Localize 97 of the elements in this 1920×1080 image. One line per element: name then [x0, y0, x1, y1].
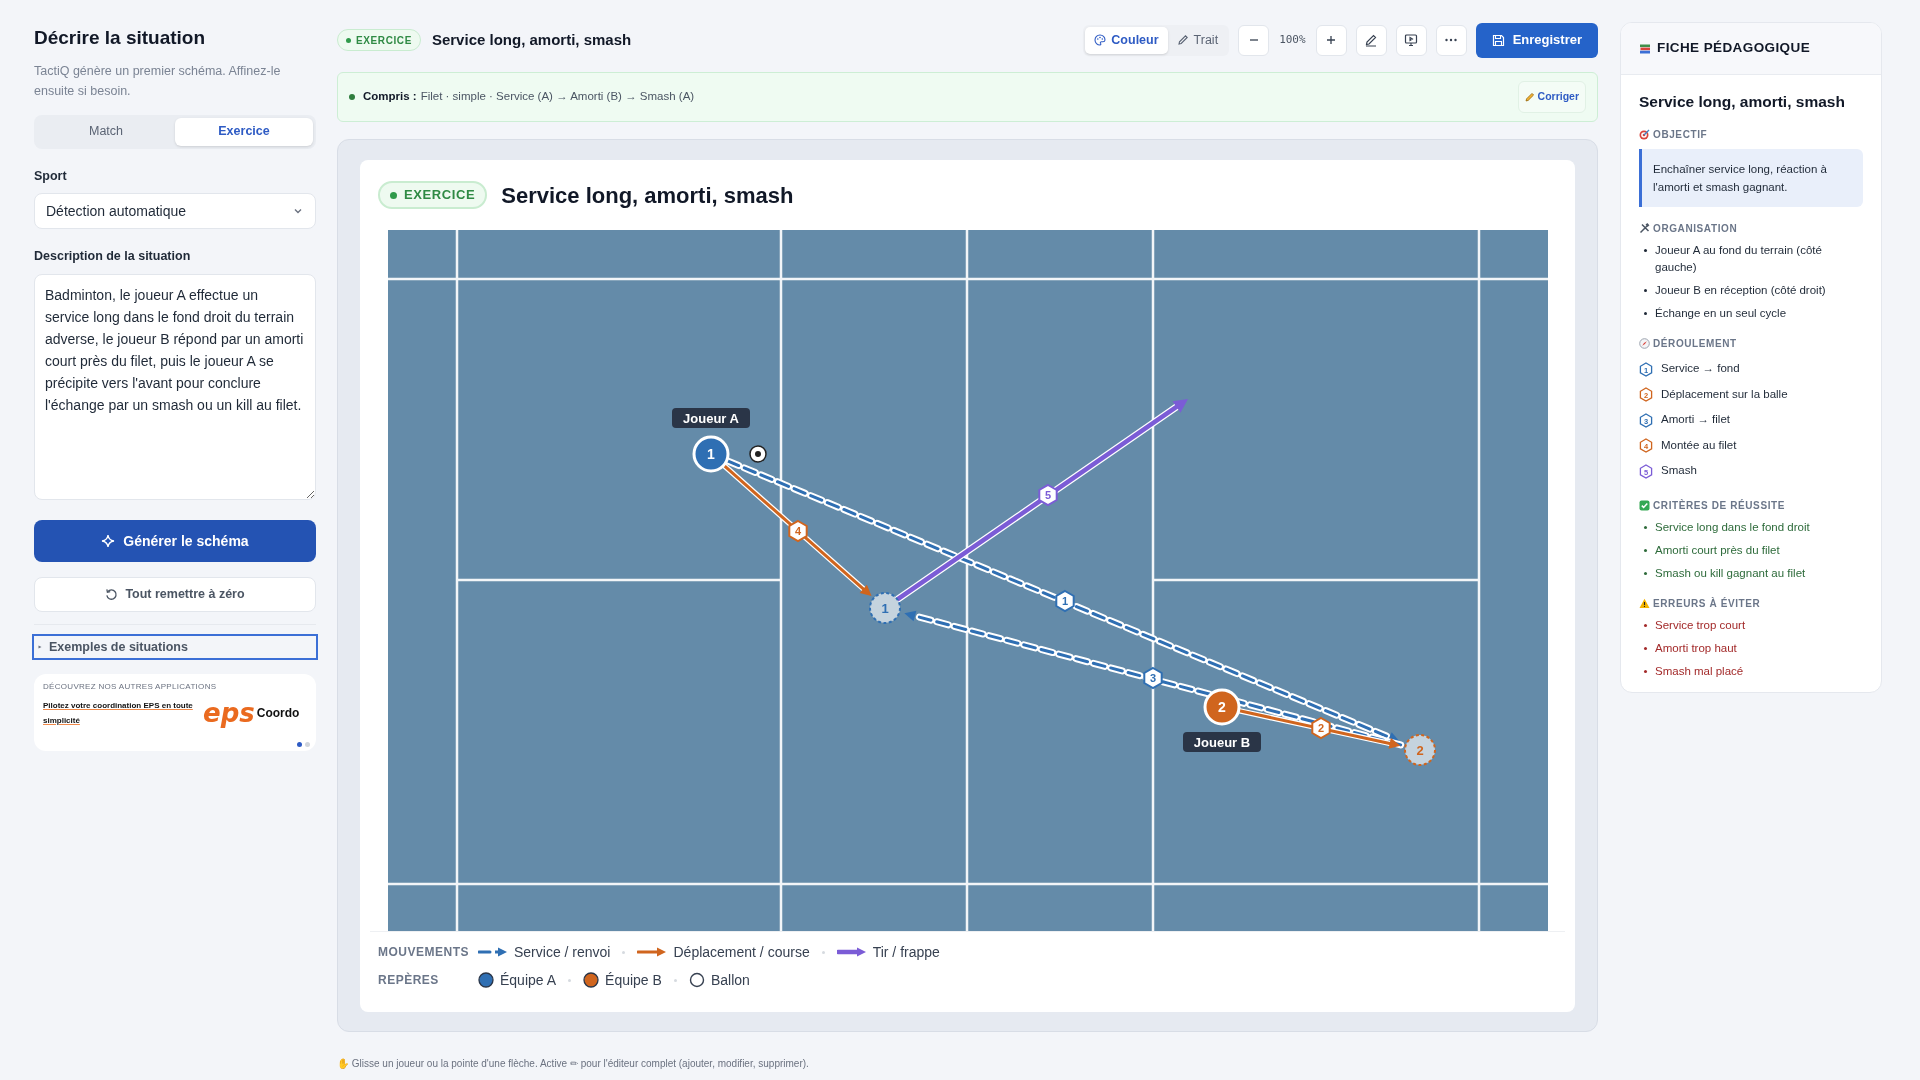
legend-label: Équipe B: [605, 970, 662, 990]
section-heading: OBJECTIF: [1653, 128, 1708, 143]
step-text: Déplacement sur la balle: [1661, 386, 1788, 402]
style-tab[interactable]: Trait: [1167, 26, 1228, 54]
check-icon: [1639, 499, 1650, 511]
field-label: Description de la situation: [34, 248, 192, 266]
target-icon: [1639, 129, 1650, 141]
step-badge: 2: [1311, 716, 1331, 740]
hint-text: ✋ Glisse un joueur ou la pointe d'une flèche. Active ✏ pour l'éditeur complet (ajouter, modifier, supprimer).: [337, 1057, 810, 1071]
step-badge: 3: [1143, 666, 1163, 690]
list-item: Joueur B en réception (côté droit): [1655, 283, 1826, 299]
objective-box: Enchaîner service long, réaction à l'amorti et smash gagnant.: [1639, 149, 1863, 208]
save-button[interactable]: Enregistrer: [1475, 22, 1598, 58]
player-label: Joueur A: [672, 408, 750, 428]
step-text: Service → fond: [1661, 361, 1740, 377]
legend-label: Équipe A: [500, 970, 557, 990]
step-text: Smash: [1661, 463, 1697, 479]
understood-label: Compris :: [363, 89, 417, 105]
exercise-title: Service long, amorti, smash: [431, 29, 632, 50]
description-field[interactable]: Badminton, le joueur A effectue un service long dans le fond droit du terrain adverse, le joueur B répond par un amorti court près du filet, puis le joueur A se précipite vers l'avant pour conclure l'échange par un smash ou un kill au filet.: [34, 274, 316, 500]
list-item: Service trop court: [1655, 617, 1746, 633]
list-item: Amorti trop haut: [1655, 640, 1737, 656]
sparkle-icon: [101, 534, 116, 548]
legend-heading: REPÈRES: [378, 971, 440, 989]
sport-select[interactable]: Détection automatique: [34, 193, 316, 230]
type-badge: EXERCICE: [378, 181, 488, 209]
pass-arrow[interactable]: [904, 610, 1405, 749]
step-badge: 4: [788, 519, 808, 543]
disclosure-icon: [37, 644, 43, 650]
examples-toggle[interactable]: Exemples de situations: [32, 634, 318, 660]
books-icon: [1639, 42, 1651, 55]
edit-button[interactable]: [1355, 24, 1387, 56]
tools-icon: [1639, 223, 1650, 235]
legend-label: Tir / frappe: [872, 942, 940, 962]
monitor-icon: [1404, 33, 1419, 47]
list-item: Échange en un seul cycle: [1655, 306, 1787, 322]
list-item: Service long dans le fond droit: [1655, 519, 1810, 535]
plus-icon: [1325, 34, 1338, 46]
panel-title: Décrire la situation: [34, 26, 207, 50]
generate-button[interactable]: Générer le schéma: [34, 520, 316, 562]
understood-text: Filet · simple · Service (A) → Amorti (B) → Smash (A): [420, 89, 695, 105]
legend-label: Service / renvoi: [514, 942, 611, 962]
promo-eyebrow: DÉCOUVREZ NOS AUTRES APPLICATIONS: [43, 681, 218, 693]
section-heading: ERREURS À ÉVITER: [1653, 596, 1761, 611]
diagram-title: Service long, amorti, smash: [501, 181, 794, 210]
more-icon: [1444, 38, 1459, 42]
pencil-icon: [1524, 92, 1535, 102]
section-heading: ORGANISATION: [1653, 222, 1738, 237]
pencil-icon: [1364, 33, 1379, 47]
legend-label: Déplacement / course: [673, 942, 810, 962]
list-item: Amorti court près du filet: [1655, 542, 1780, 558]
team-dot-icon: [478, 972, 494, 988]
save-icon: [1491, 33, 1505, 47]
shot-arrow-icon: [836, 947, 867, 957]
type-badge: EXERCICE: [337, 29, 421, 51]
run-arrow[interactable]: [1236, 708, 1401, 749]
step-badge: 1: [1055, 589, 1075, 613]
team-dot-icon: [583, 972, 600, 988]
mode-tab[interactable]: Match: [37, 117, 175, 146]
reset-button[interactable]: Tout remettre à zéro: [34, 577, 316, 612]
zoom-level: 100%: [1278, 31, 1307, 48]
run-arrow-icon: [637, 947, 668, 957]
section-heading: CRITÈRES DE RÉUSSITE: [1653, 498, 1786, 513]
style-tab[interactable]: Couleur: [1085, 26, 1168, 54]
step-text: Amorti → filet: [1661, 412, 1730, 428]
pencil-icon: [1176, 34, 1189, 46]
logo-mark: eps: [203, 700, 255, 726]
ball-icon[interactable]: [749, 445, 767, 463]
player-marker[interactable]: 1: [692, 435, 730, 473]
list-item: Smash mal placé: [1655, 663, 1744, 679]
palette-icon: [1094, 34, 1107, 46]
sheet-title: Service long, amorti, smash: [1639, 92, 1846, 112]
player-label: Joueur B: [1183, 732, 1261, 752]
present-button[interactable]: [1395, 24, 1427, 56]
shot-arrow[interactable]: [894, 399, 1188, 603]
panel-subtitle: TactiQ génère un premier schéma. Affinez-le ensuite si besoin.: [34, 62, 282, 100]
correct-button[interactable]: Corriger: [1517, 81, 1586, 113]
ball-icon: [688, 972, 705, 988]
logo-text: Coordo: [256, 705, 300, 722]
compass-icon: [1639, 338, 1650, 350]
legend-label: Ballon: [710, 970, 750, 990]
promo-text: Pilotez votre coordination EPS en toute simplicité: [43, 700, 194, 727]
ghost-position[interactable]: 1: [869, 592, 901, 624]
warning-icon: [1639, 597, 1650, 609]
player-marker[interactable]: 2: [1203, 688, 1241, 726]
step-badge: 5: [1038, 483, 1058, 507]
field-label: Sport: [34, 167, 68, 185]
pass-arrow-icon: [478, 947, 508, 957]
list-item: Smash ou kill gagnant au filet: [1655, 565, 1806, 581]
legend-heading: MOUVEMENTS: [378, 944, 470, 961]
mode-tab[interactable]: Exercice: [175, 117, 313, 146]
list-item: Joueur A au fond du terrain (côté gauche): [1655, 243, 1823, 276]
sheet-heading: FICHE PÉDAGOGIQUE: [1657, 39, 1811, 58]
step-text: Montée au filet: [1661, 437, 1737, 453]
reset-icon: [105, 588, 119, 601]
section-heading: DÉROULEMENT: [1653, 336, 1737, 352]
zoom-in-button[interactable]: [1315, 24, 1347, 56]
